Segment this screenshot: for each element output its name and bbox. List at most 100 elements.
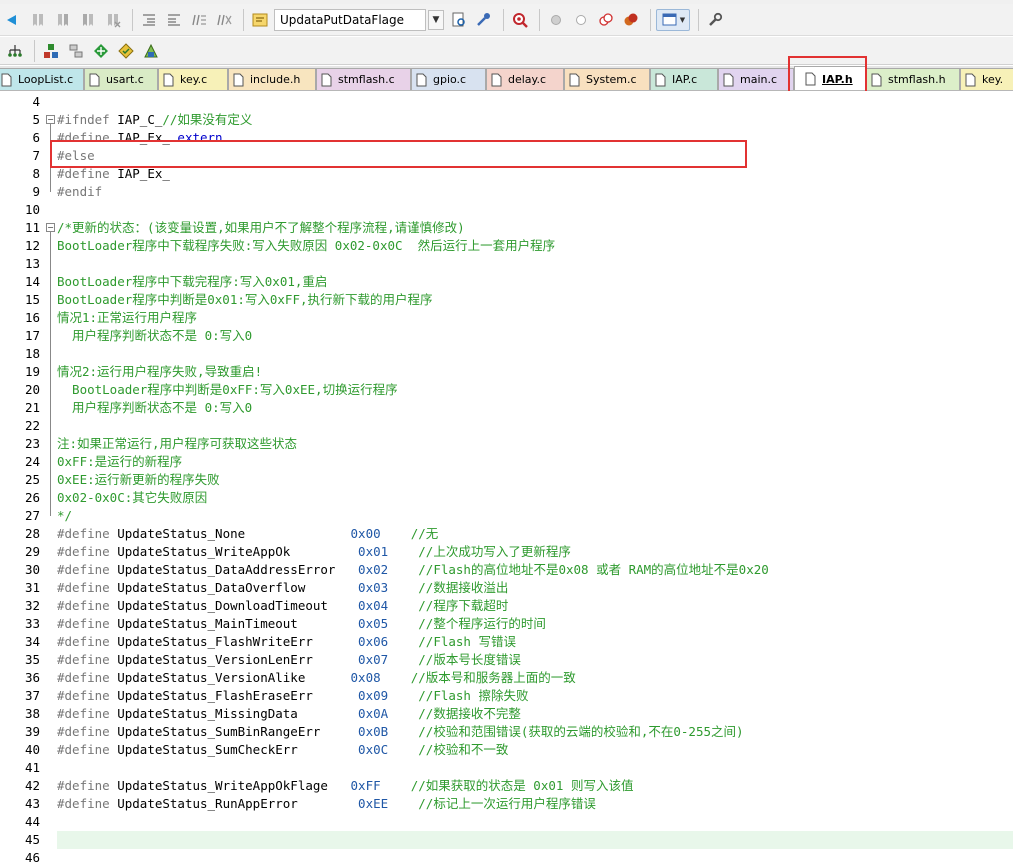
fold-toggle-icon[interactable]: − bbox=[46, 223, 55, 232]
find-in-files-icon[interactable] bbox=[448, 9, 470, 31]
bookmark-toggle-icon[interactable] bbox=[27, 9, 49, 31]
breakpoint-disable-icon[interactable] bbox=[570, 9, 592, 31]
tab-gpio-c[interactable]: gpio.c bbox=[411, 68, 486, 90]
chevron-down-icon[interactable]: ▼ bbox=[428, 9, 444, 30]
code-line[interactable]: 用户程序判断状态不是 0:写入0 bbox=[57, 399, 252, 417]
tab-iap-h[interactable]: IAP.h bbox=[794, 66, 866, 90]
target-select[interactable]: UpdataPutDataFlage bbox=[274, 8, 426, 31]
line-number: 30 bbox=[24, 562, 40, 577]
code-line[interactable]: #define UpdateStatus_DataOverflow 0x03 /… bbox=[57, 579, 508, 597]
code-line[interactable]: 注:如果正常运行,用户程序可获取这些状态 bbox=[57, 435, 297, 453]
file-icon bbox=[1, 73, 12, 86]
comment-icon[interactable] bbox=[188, 9, 210, 31]
bookmark-clear-icon[interactable] bbox=[102, 9, 124, 31]
build-toolbar: UpdataPutDataFlage ▼ ▼ bbox=[0, 4, 1013, 36]
code-line[interactable]: #define UpdateStatus_MissingData 0x0A //… bbox=[57, 705, 521, 723]
run-time-environment-icon[interactable] bbox=[140, 40, 162, 62]
code-line[interactable]: #define UpdateStatus_SumBinRangeErr 0x0B… bbox=[57, 723, 744, 741]
toolbar-separator bbox=[539, 8, 540, 31]
select-pack-icon[interactable] bbox=[115, 40, 137, 62]
code-line[interactable]: 用户程序判断状态不是 0:写入0 bbox=[57, 327, 252, 345]
line-number: 43 bbox=[24, 796, 40, 811]
file-extensions-icon[interactable] bbox=[65, 40, 87, 62]
toolbar-separator bbox=[132, 8, 133, 31]
tab-delay-c[interactable]: delay.c bbox=[486, 68, 564, 90]
bookmark-prev-icon[interactable] bbox=[52, 9, 74, 31]
code-line[interactable]: #endif bbox=[57, 183, 102, 201]
tab-include-h[interactable]: include.h bbox=[228, 68, 316, 90]
wrench-icon[interactable] bbox=[704, 9, 726, 31]
code-editor[interactable]: 4 5 6 7 8 9 10 11 12 13 14 15 16 17 18 19 20 21 22 23 24 25 26… bbox=[0, 91, 1013, 863]
tab-usart-c[interactable]: usart.c bbox=[84, 68, 158, 90]
fold-toggle-icon[interactable]: − bbox=[46, 115, 55, 124]
code-line[interactable]: #define IAP_Ex_ extern bbox=[57, 129, 223, 147]
tab-key-h[interactable]: key. bbox=[960, 68, 1013, 90]
line-number: 42 bbox=[24, 778, 40, 793]
code-line[interactable]: #define UpdateStatus_RunAppError 0xEE //… bbox=[57, 795, 596, 813]
tab-main-c[interactable]: main.c bbox=[718, 68, 794, 90]
code-line[interactable]: */ bbox=[57, 507, 72, 525]
tools-icon[interactable] bbox=[473, 9, 495, 31]
line-number: 7 bbox=[32, 148, 40, 163]
tab-system-c[interactable]: System.c bbox=[564, 68, 650, 90]
code-line[interactable]: BootLoader程序中判断是0xFF:写入0xEE,切换运行程序 bbox=[57, 381, 398, 399]
tab-looplist-c[interactable]: LoopList.c bbox=[0, 68, 84, 90]
arrow-icon[interactable] bbox=[2, 9, 24, 31]
code-line[interactable]: 0x02-0x0C:其它失败原因 bbox=[57, 489, 207, 507]
line-number: 45 bbox=[24, 832, 40, 847]
code-line[interactable]: #define UpdateStatus_SumCheckErr 0x0C //… bbox=[57, 741, 508, 759]
code-line[interactable]: #define UpdateStatus_DataAddressError 0x… bbox=[57, 561, 769, 579]
indent-icon[interactable] bbox=[138, 9, 160, 31]
code-line[interactable]: #define UpdateStatus_FlashWriteErr 0x06 … bbox=[57, 633, 516, 651]
code-line[interactable]: BootLoader程序中下载程序失败:写入失败原因 0x02-0x0C 然后运… bbox=[57, 237, 555, 255]
manage-components-icon[interactable] bbox=[40, 40, 62, 62]
code-line[interactable]: #define UpdateStatus_VersionAlike 0x08 /… bbox=[57, 669, 576, 687]
window-layout-icon[interactable]: ▼ bbox=[656, 8, 690, 31]
line-number: 9 bbox=[32, 184, 40, 199]
file-icon bbox=[491, 73, 502, 86]
tab-iap-c[interactable]: IAP.c bbox=[650, 68, 718, 90]
line-number: 25 bbox=[24, 472, 40, 487]
fold-margin: − − bbox=[46, 91, 56, 863]
code-line[interactable]: #define UpdateStatus_WriteAppOkFlage 0xF… bbox=[57, 777, 633, 795]
line-number: 27 bbox=[24, 508, 40, 523]
code-line[interactable]: #define UpdateStatus_DownloadTimeout 0x0… bbox=[57, 597, 508, 615]
code-line[interactable]: #else bbox=[57, 147, 95, 165]
file-icon bbox=[569, 73, 580, 86]
line-number: 38 bbox=[24, 706, 40, 721]
code-line[interactable]: BootLoader程序中判断是0x01:写入0xFF,执行新下载的用户程序 bbox=[57, 291, 433, 309]
toolbar-separator bbox=[698, 8, 699, 31]
code-line[interactable]: #ifndef IAP_C_//如果没有定义 bbox=[57, 111, 252, 129]
code-line[interactable]: #define UpdateStatus_MainTimeout 0x05 //… bbox=[57, 615, 546, 633]
code-line[interactable]: 0xEE:运行新更新的程序失败 bbox=[57, 471, 220, 489]
code-line[interactable]: 情况2:运行用户程序失败,导致重启! bbox=[57, 363, 262, 381]
tab-key-c[interactable]: key.c bbox=[158, 68, 228, 90]
uncomment-icon[interactable] bbox=[213, 9, 235, 31]
breakpoint-disable-all-icon[interactable] bbox=[595, 9, 617, 31]
pack-installer-icon[interactable] bbox=[90, 40, 112, 62]
line-number: 23 bbox=[24, 436, 40, 451]
unindent-icon[interactable] bbox=[163, 9, 185, 31]
project-tree-icon[interactable] bbox=[4, 40, 26, 62]
bookmark-next-icon[interactable] bbox=[77, 9, 99, 31]
code-line[interactable]: #define IAP_Ex_ bbox=[57, 165, 170, 183]
debug-start-icon[interactable] bbox=[509, 9, 531, 31]
code-line[interactable]: /*更新的状态：(该变量设置,如果用户不了解整个程序流程,请谨慎修改) bbox=[57, 219, 465, 237]
file-icon bbox=[416, 73, 427, 86]
code-line[interactable]: #define UpdateStatus_None 0x00 //无 bbox=[57, 525, 438, 543]
code-line[interactable]: #define UpdateStatus_VersionLenErr 0x07 … bbox=[57, 651, 521, 669]
breakpoint-insert-icon[interactable] bbox=[545, 9, 567, 31]
code-line[interactable]: 情况1:正常运行用户程序 bbox=[57, 309, 197, 327]
code-line[interactable]: BootLoader程序中下载完程序:写入0x01,重启 bbox=[57, 273, 327, 291]
code-line[interactable]: #define UpdateStatus_WriteAppOk 0x01 //上… bbox=[57, 543, 571, 561]
breakpoint-kill-all-icon[interactable] bbox=[620, 9, 642, 31]
line-number: 19 bbox=[24, 364, 40, 379]
code-line[interactable]: 0xFF:是运行的新程序 bbox=[57, 453, 182, 471]
tab-stmflash-c[interactable]: stmflash.c bbox=[316, 68, 411, 90]
line-number: 26 bbox=[24, 490, 40, 505]
tab-stmflash-h[interactable]: stmflash.h bbox=[866, 68, 960, 90]
line-number: 34 bbox=[24, 634, 40, 649]
fold-guide-line bbox=[50, 124, 51, 192]
target-options-icon[interactable] bbox=[249, 9, 271, 31]
code-line[interactable]: #define UpdateStatus_FlashEraseErr 0x09 … bbox=[57, 687, 528, 705]
